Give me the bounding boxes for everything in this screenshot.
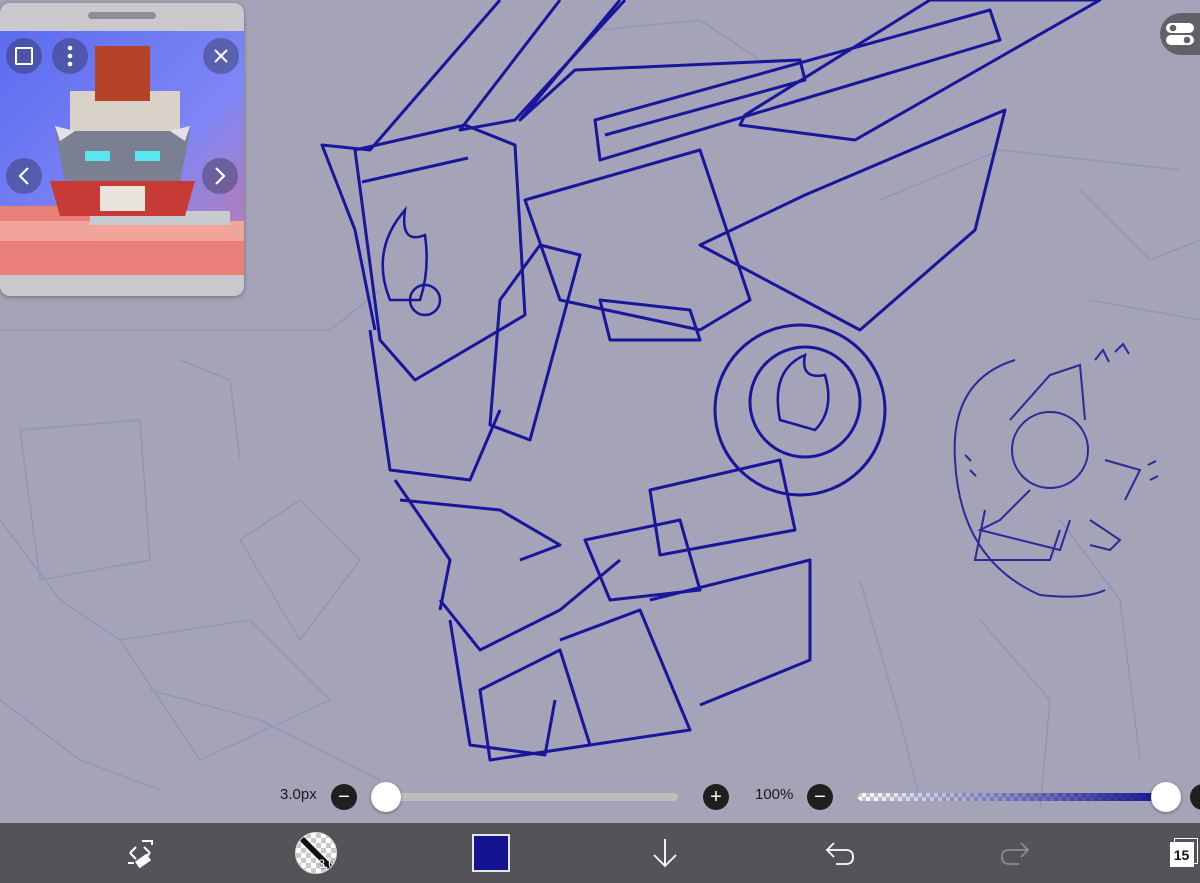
reference-window-handle[interactable] xyxy=(88,12,156,19)
settings-toggle-button[interactable] xyxy=(1160,13,1200,55)
opacity-slider-track[interactable] xyxy=(858,793,1166,801)
brush-size-badge: 3.0 xyxy=(318,857,335,871)
brush-size-increase-button[interactable]: + xyxy=(703,784,729,810)
settings-toggle-icon xyxy=(1166,23,1194,45)
chevron-right-icon xyxy=(215,167,226,185)
layers-button[interactable]: 15 xyxy=(1165,823,1200,883)
transform-eraser-tool-button[interactable] xyxy=(115,823,165,883)
redo-button[interactable] xyxy=(995,823,1035,883)
reference-prev-button[interactable] xyxy=(6,158,42,194)
brush-size-decrease-button[interactable]: − xyxy=(331,784,357,810)
layers-icon: 15 xyxy=(1168,838,1198,868)
undo-icon xyxy=(825,842,854,865)
brush-size-slider-track[interactable] xyxy=(386,793,678,801)
reference-square-button[interactable] xyxy=(6,38,42,74)
chevron-left-icon xyxy=(18,167,29,185)
reference-more-button[interactable] xyxy=(52,38,88,74)
download-button[interactable] xyxy=(645,823,685,883)
transform-eraser-icon xyxy=(128,840,153,869)
close-icon xyxy=(214,49,228,63)
reference-close-button[interactable] xyxy=(203,38,239,74)
brush-size-slider-thumb[interactable] xyxy=(371,782,401,812)
opacity-slider-thumb[interactable] xyxy=(1151,782,1181,812)
undo-button[interactable] xyxy=(820,823,860,883)
brush-size-label: 3.0px xyxy=(280,786,317,803)
current-color-swatch xyxy=(472,834,510,872)
color-swatch-button[interactable] xyxy=(468,823,514,883)
opacity-label: 100% xyxy=(755,786,794,803)
reference-window[interactable] xyxy=(0,3,244,296)
reference-next-button[interactable] xyxy=(202,158,238,194)
layer-count: 15 xyxy=(1169,842,1194,867)
redo-icon xyxy=(1001,842,1030,865)
opacity-decrease-button[interactable]: − xyxy=(807,784,833,810)
brush-icon: 3.0 xyxy=(295,832,337,874)
download-arrow-icon xyxy=(653,839,677,868)
bottom-toolbar: 3.0 15 xyxy=(0,823,1200,883)
brush-tool-button[interactable]: 3.0 xyxy=(290,823,342,883)
more-icon xyxy=(67,45,73,67)
square-icon xyxy=(15,47,33,65)
